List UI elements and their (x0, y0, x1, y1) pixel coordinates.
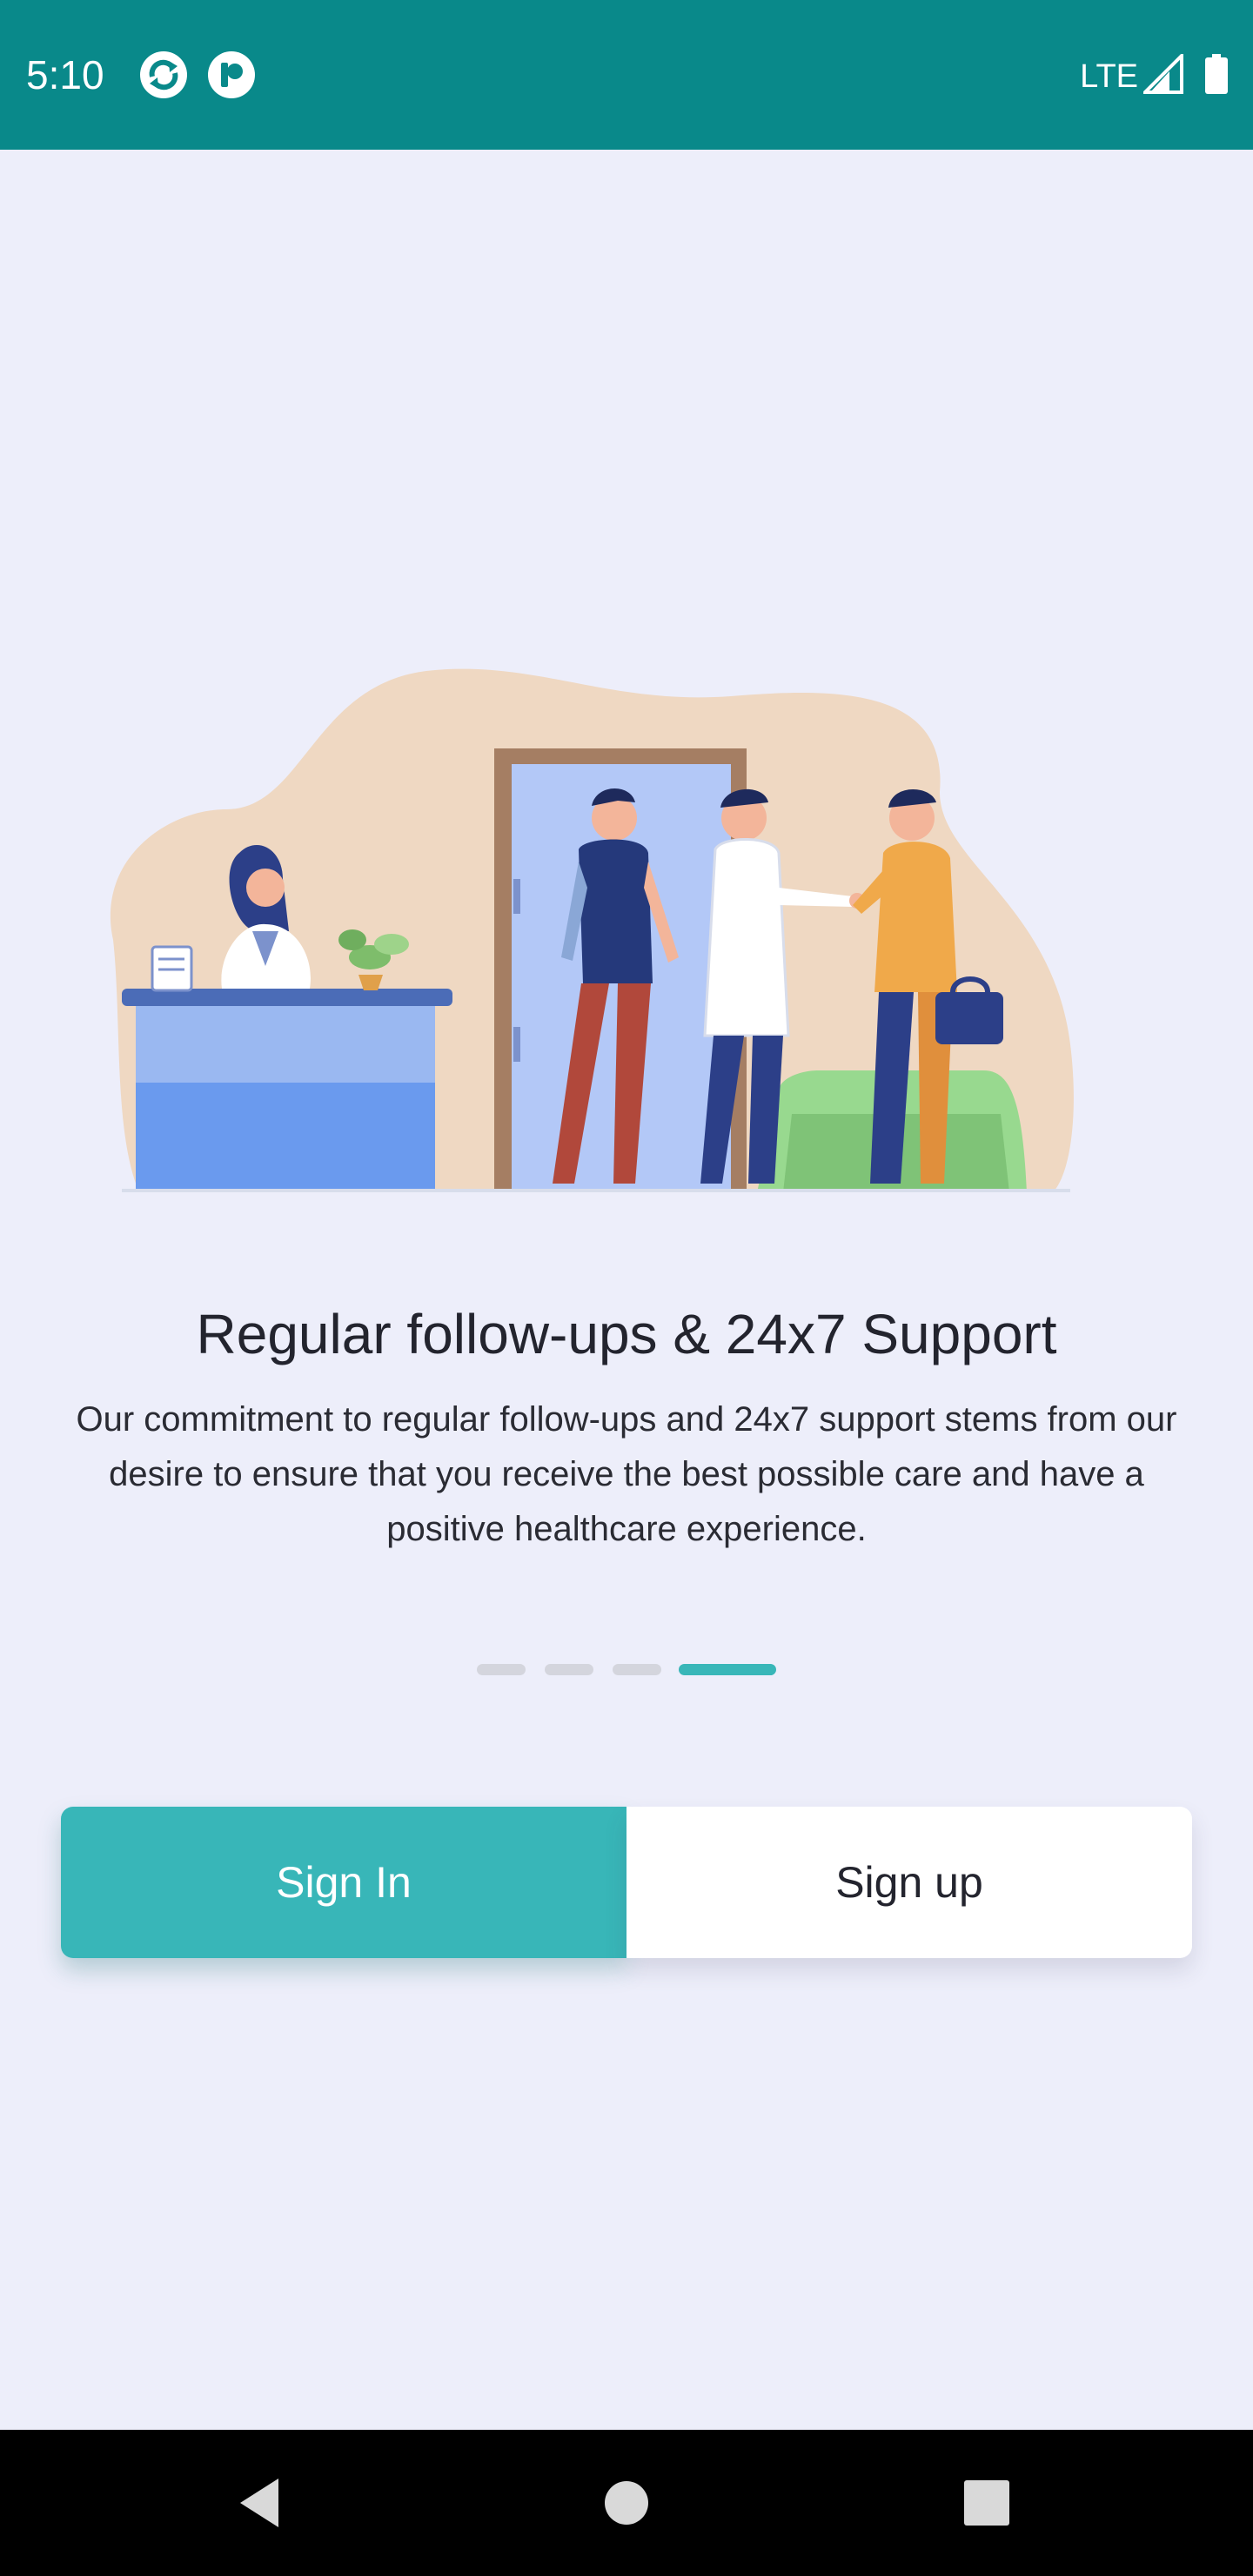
recents-icon[interactable] (955, 2472, 1018, 2534)
status-time: 5:10 (26, 52, 104, 97)
page-indicator-dot[interactable] (613, 1664, 661, 1675)
onboarding-title: Regular follow-ups & 24x7 Support (196, 1303, 1057, 1365)
back-icon[interactable] (230, 2472, 292, 2534)
status-bar: 5:10 LTE (0, 0, 1253, 150)
clinic-reception-illustration (110, 668, 1074, 1192)
home-icon[interactable] (595, 2472, 658, 2534)
battery-icon (1205, 54, 1228, 94)
sign-up-button[interactable]: Sign up (626, 1807, 1192, 1958)
signal-icon (1143, 54, 1183, 94)
sync-app-icon (140, 51, 187, 98)
onboarding-description: Our commitment to regular follow-ups and… (76, 1400, 1177, 1548)
onboarding-screen: 5:10 LTE Regular follow-ups & 24x7 Suppo… (0, 0, 1253, 2576)
system-nav-bar (0, 2430, 1253, 2576)
network-type: LTE (1080, 58, 1138, 95)
page-indicator-dot[interactable] (477, 1664, 526, 1675)
page-indicator (0, 1664, 1253, 1678)
app-badge-icon (208, 51, 255, 98)
page-indicator-dot-active[interactable] (679, 1664, 776, 1675)
sign-in-button[interactable]: Sign In (61, 1807, 626, 1958)
page-indicator-dot[interactable] (545, 1664, 593, 1675)
